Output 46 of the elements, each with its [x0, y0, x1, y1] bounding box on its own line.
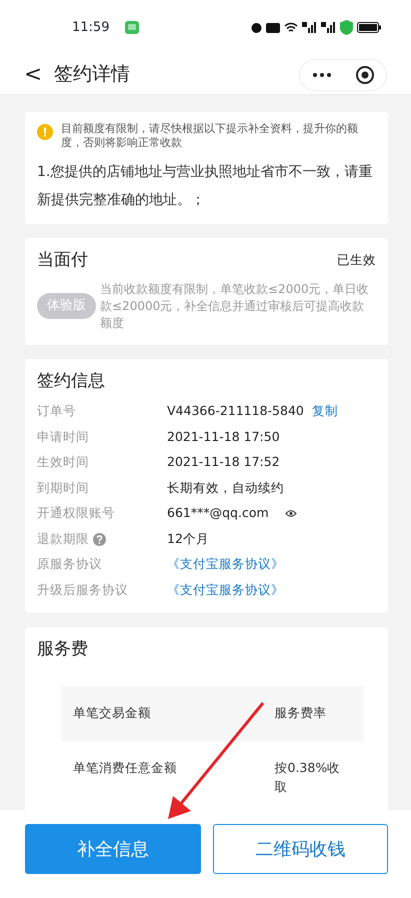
- back-button[interactable]: <: [24, 64, 42, 86]
- agreement-link[interactable]: 《支付宝服务协议》: [167, 555, 284, 574]
- field-label: 申请时间: [37, 428, 89, 446]
- signal-icon: [302, 22, 317, 33]
- qr-code-button[interactable]: 二维码收钱: [212, 824, 388, 874]
- status-text: 已生效: [337, 250, 376, 269]
- section-title: 签约信息: [37, 370, 106, 394]
- table-cell-text: 单笔消费任意金额: [73, 759, 178, 778]
- issue-text: 1.您提供的店铺地址与营业执照地址省市不一致，请重新提供完整准确的地址。；: [37, 162, 374, 210]
- field-label: 原服务协议: [37, 555, 102, 574]
- signal-icon: [321, 22, 336, 33]
- field-label: 退款期限: [37, 530, 89, 548]
- status-time: 11:59: [72, 18, 110, 37]
- chat-app-icon: [125, 20, 140, 34]
- field-value: V44366-211118-5840: [167, 402, 304, 420]
- section-title: 服务费: [37, 638, 89, 661]
- field-label: 开通权限账号: [37, 504, 115, 522]
- wifi-icon: [284, 22, 298, 33]
- column-header: 单笔交易金额: [73, 704, 152, 722]
- column-header: 服务费率: [274, 704, 328, 722]
- field-label: 生效时间: [37, 453, 89, 472]
- shield-icon: [340, 20, 353, 35]
- page-title: 签约详情: [54, 62, 130, 88]
- field-label: 升级后服务协议: [37, 580, 128, 599]
- help-icon[interactable]: [93, 532, 106, 546]
- warning-icon: [37, 124, 53, 140]
- warning-text: 目前额度有限制，请尽快根据以下提示补全资料，提升你的额度，否则将影响正常收款: [61, 122, 359, 150]
- hd-icon: [266, 22, 280, 32]
- agreement-link[interactable]: 《支付宝服务协议》: [167, 580, 284, 600]
- close-mini-program-icon[interactable]: [354, 64, 374, 84]
- field-value: 2021-11-18 17:50: [167, 428, 280, 446]
- field-label: 到期时间: [37, 478, 89, 497]
- field-value: 12个月: [167, 530, 209, 548]
- complete-info-button[interactable]: 补全信息: [25, 824, 200, 874]
- field-label: 订单号: [37, 402, 76, 420]
- table-cell-text: 按0.38%收取: [274, 759, 342, 796]
- more-icon[interactable]: [312, 72, 332, 78]
- alarm-icon: [251, 22, 262, 33]
- field-value: 661***@qq.com: [167, 504, 269, 522]
- battery-icon: [357, 22, 381, 33]
- eye-icon[interactable]: [284, 509, 297, 518]
- product-name: 当面付: [37, 248, 88, 272]
- limit-description: 当前收款额度有限制，单笔收款≤2000元，单日收款≤20000元，补全信息并通过审核后可提高收款额度: [100, 281, 370, 332]
- field-value: 2021-11-18 17:52: [167, 453, 280, 472]
- field-value: 长期有效，自动续约: [167, 478, 284, 497]
- copy-link[interactable]: 复制: [312, 402, 338, 422]
